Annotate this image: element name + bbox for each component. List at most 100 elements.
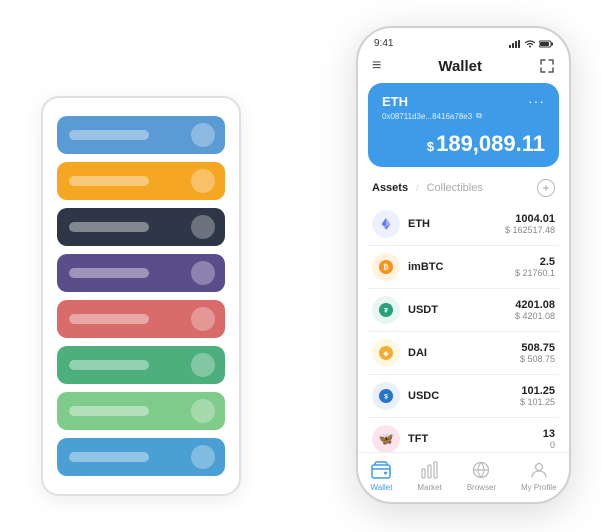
asset-balance: 4201.08 (515, 299, 555, 311)
bottom-nav: Wallet Market (358, 452, 569, 502)
menu-icon[interactable]: ≡ (372, 57, 381, 75)
asset-usd: $ 21760.1 (515, 268, 555, 278)
tab-collectibles[interactable]: Collectibles (427, 182, 483, 194)
asset-symbol: ETH (408, 218, 505, 230)
card-label (69, 452, 149, 462)
asset-amounts: 2.5 $ 21760.1 (515, 256, 555, 278)
eth-card[interactable]: ETH ··· 0x08711d3e...8416a78e3 ⧉ $189,08… (368, 83, 559, 167)
card-label (69, 130, 149, 140)
svg-text:₿: ₿ (383, 264, 389, 272)
imbtc-icon: ₿ (372, 253, 400, 281)
usdc-icon: $ (372, 382, 400, 410)
list-item[interactable] (57, 162, 225, 200)
table-row[interactable]: $ USDC 101.25 $ 101.25 (368, 375, 559, 418)
card-dot (191, 307, 215, 331)
asset-balance: 101.25 (520, 385, 555, 397)
card-label (69, 314, 149, 324)
asset-balance: 1004.01 (505, 213, 555, 225)
list-item[interactable] (57, 392, 225, 430)
table-row[interactable]: 🦋 TFT 13 0 (368, 418, 559, 452)
nav-wallet-label: Wallet (370, 483, 392, 492)
assets-header: Assets / Collectibles + (358, 175, 569, 203)
nav-market[interactable]: Market (417, 459, 441, 492)
nav-browser-label: Browser (467, 483, 496, 492)
asset-amounts: 101.25 $ 101.25 (520, 385, 555, 407)
card-label (69, 360, 149, 370)
card-label (69, 406, 149, 416)
battery-icon (539, 40, 553, 48)
dai-icon: ◈ (372, 339, 400, 367)
table-row[interactable]: ◈ DAI 508.75 $ 508.75 (368, 332, 559, 375)
table-row[interactable]: ₿ imBTC 2.5 $ 21760.1 (368, 246, 559, 289)
card-dot (191, 261, 215, 285)
svg-text:$: $ (384, 394, 388, 401)
phone-mockup: 9:41 (356, 26, 571, 504)
scene: 9:41 (21, 16, 581, 516)
asset-amounts: 4201.08 $ 4201.08 (515, 299, 555, 321)
nav-profile[interactable]: My Profile (521, 459, 557, 492)
eth-balance: $189,089.11 (382, 131, 545, 157)
list-item[interactable] (57, 300, 225, 338)
status-icons (509, 39, 553, 48)
list-item[interactable] (57, 208, 225, 246)
page-title: Wallet (438, 58, 482, 75)
asset-symbol: TFT (408, 433, 543, 445)
table-row[interactable]: ETH 1004.01 $ 162517.48 (368, 203, 559, 246)
card-dot (191, 215, 215, 239)
eth-card-label: ETH (382, 94, 408, 109)
asset-symbol: USDT (408, 304, 515, 316)
nav-wallet[interactable]: Wallet (370, 459, 392, 492)
eth-address: 0x08711d3e...8416a78e3 ⧉ (382, 111, 545, 121)
asset-amounts: 13 0 (543, 428, 555, 450)
asset-symbol: imBTC (408, 261, 515, 273)
tft-icon: 🦋 (372, 425, 400, 452)
card-dot (191, 123, 215, 147)
asset-usd: $ 162517.48 (505, 225, 555, 235)
nav-browser[interactable]: Browser (467, 459, 496, 492)
asset-amounts: 508.75 $ 508.75 (520, 342, 555, 364)
card-dot (191, 445, 215, 469)
svg-text:₮: ₮ (384, 308, 388, 315)
eth-icon (372, 210, 400, 238)
table-row[interactable]: ₮ USDT 4201.08 $ 4201.08 (368, 289, 559, 332)
nav-market-label: Market (417, 483, 441, 492)
tab-divider: / (416, 183, 419, 193)
status-bar: 9:41 (358, 28, 569, 53)
asset-amounts: 1004.01 $ 162517.48 (505, 213, 555, 235)
profile-icon (528, 459, 550, 481)
card-label (69, 176, 149, 186)
card-label (69, 268, 149, 278)
wallet-icon (370, 459, 392, 481)
eth-card-menu[interactable]: ··· (528, 93, 545, 109)
wifi-icon (524, 39, 536, 48)
asset-balance: 13 (543, 428, 555, 440)
card-dot (191, 353, 215, 377)
list-item[interactable] (57, 116, 225, 154)
card-dot (191, 399, 215, 423)
asset-usd: 0 (543, 440, 555, 450)
card-dot (191, 169, 215, 193)
asset-symbol: DAI (408, 347, 520, 359)
list-item[interactable] (57, 254, 225, 292)
signal-icon (509, 40, 521, 48)
add-asset-button[interactable]: + (537, 179, 555, 197)
expand-icon[interactable] (539, 58, 555, 74)
browser-icon (470, 459, 492, 481)
asset-list: ETH 1004.01 $ 162517.48 ₿ imBTC 2.5 $ 21… (358, 203, 569, 452)
market-icon (419, 459, 441, 481)
status-time: 9:41 (374, 38, 393, 49)
asset-usd: $ 101.25 (520, 397, 555, 407)
svg-text:◈: ◈ (383, 351, 390, 358)
asset-usd: $ 508.75 (520, 354, 555, 364)
asset-symbol: USDC (408, 390, 520, 402)
assets-tabs: Assets / Collectibles (372, 182, 483, 194)
list-item[interactable] (57, 346, 225, 384)
asset-balance: 2.5 (515, 256, 555, 268)
list-item[interactable] (57, 438, 225, 476)
copy-icon[interactable]: ⧉ (476, 111, 482, 121)
usdt-icon: ₮ (372, 296, 400, 324)
card-stack (41, 96, 241, 496)
asset-usd: $ 4201.08 (515, 311, 555, 321)
tab-assets[interactable]: Assets (372, 182, 408, 194)
phone-header: ≡ Wallet (358, 53, 569, 83)
